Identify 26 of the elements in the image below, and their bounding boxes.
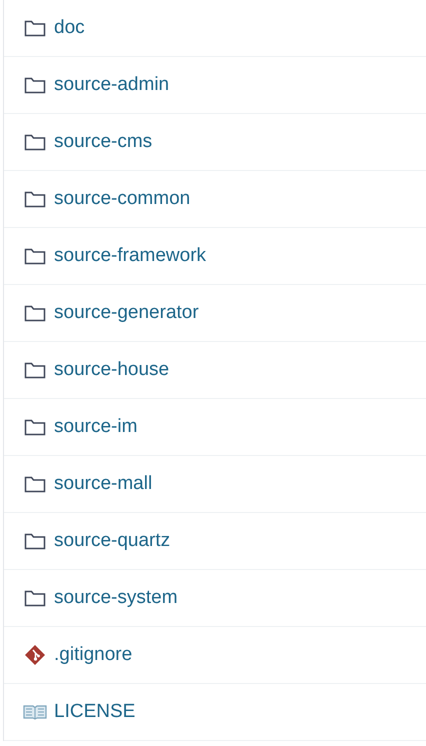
file-link[interactable]: .gitignore bbox=[54, 644, 132, 666]
file-link[interactable]: source-quartz bbox=[54, 530, 170, 552]
book-icon bbox=[23, 704, 47, 720]
file-link[interactable]: source-admin bbox=[54, 74, 170, 96]
folder-icon bbox=[24, 247, 46, 265]
file-link[interactable]: source-system bbox=[54, 587, 178, 609]
folder-icon bbox=[24, 475, 46, 493]
folder-icon bbox=[24, 361, 46, 379]
file-link[interactable]: doc bbox=[54, 17, 85, 39]
file-link[interactable]: LICENSE bbox=[54, 701, 136, 723]
file-link[interactable]: source-im bbox=[54, 416, 138, 438]
file-link[interactable]: source-cms bbox=[54, 131, 152, 153]
file-link[interactable]: source-common bbox=[54, 188, 190, 210]
folder-icon bbox=[24, 76, 46, 94]
folder-icon bbox=[24, 589, 46, 607]
git-icon bbox=[24, 644, 46, 666]
folder-icon bbox=[24, 190, 46, 208]
folder-icon bbox=[24, 532, 46, 550]
file-link[interactable]: source-generator bbox=[54, 302, 199, 324]
folder-icon bbox=[24, 418, 46, 436]
file-link[interactable]: source-framework bbox=[54, 245, 206, 267]
file-link[interactable]: source-mall bbox=[54, 473, 152, 495]
folder-icon bbox=[24, 304, 46, 322]
folder-icon bbox=[24, 133, 46, 151]
folder-icon bbox=[24, 19, 46, 37]
file-link[interactable]: source-house bbox=[54, 359, 170, 381]
